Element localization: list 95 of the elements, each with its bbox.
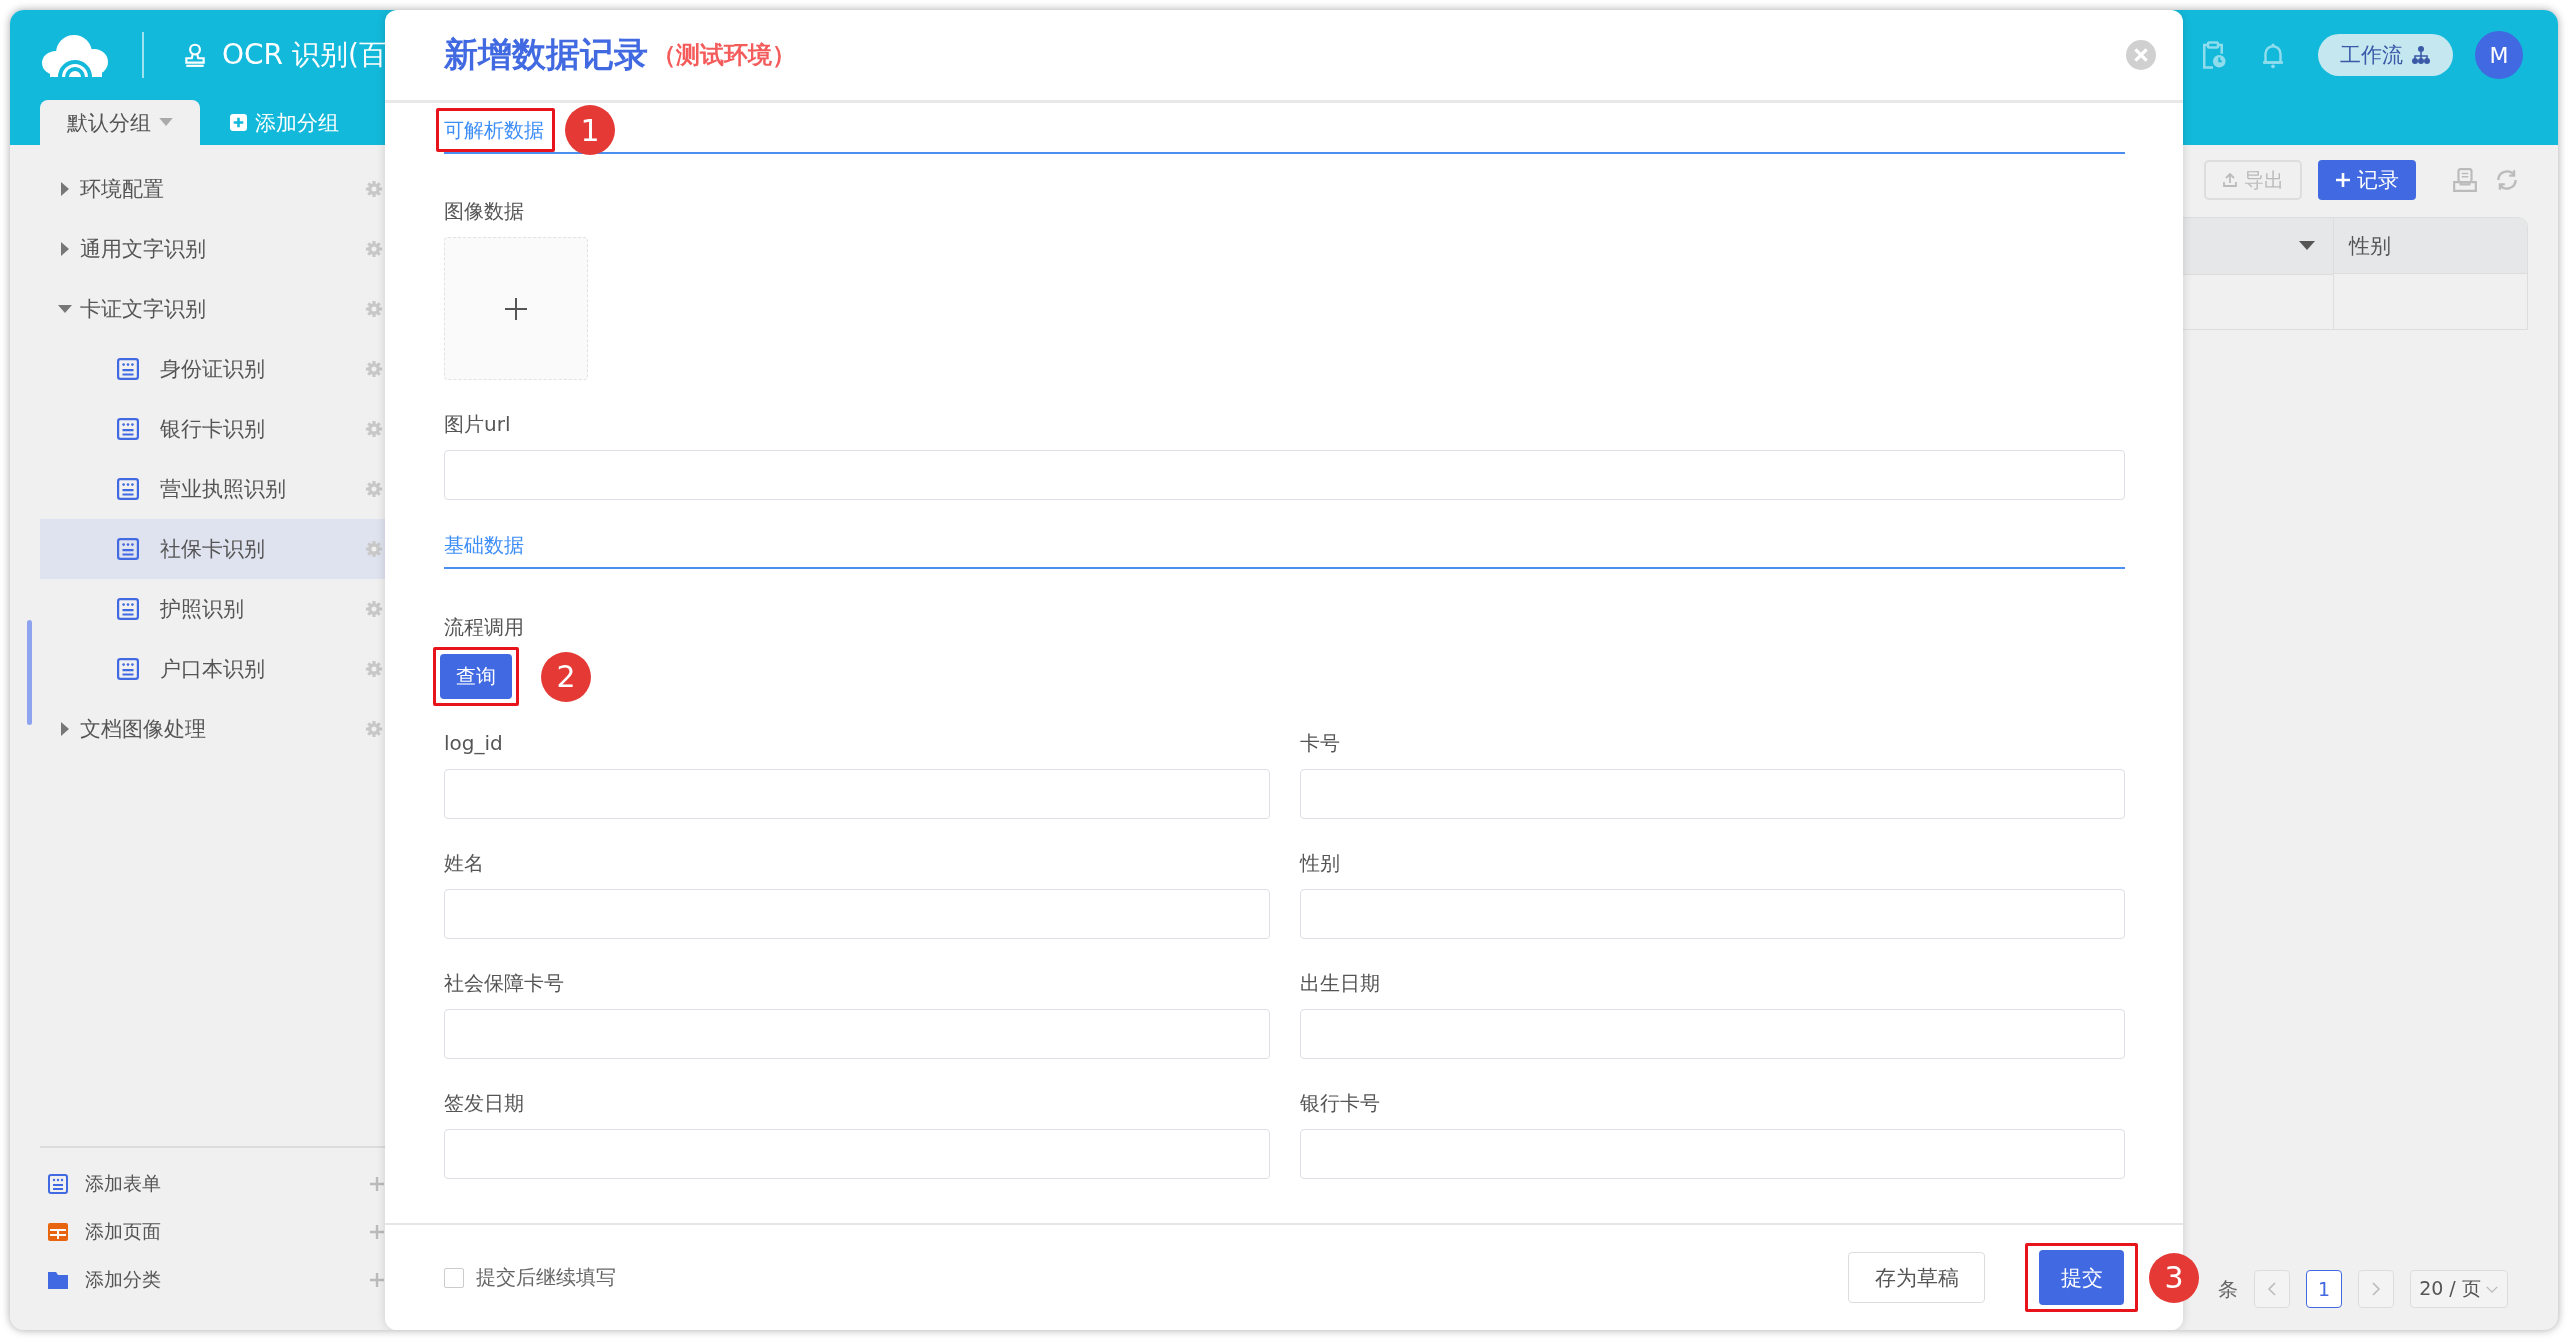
settings-icon[interactable] bbox=[365, 420, 383, 438]
column-header: 性别 bbox=[2334, 218, 2527, 274]
tree-item[interactable]: 户口本识别 bbox=[40, 639, 385, 699]
refresh-icon[interactable] bbox=[2494, 167, 2520, 193]
plus-icon bbox=[2335, 172, 2351, 188]
caret-icon bbox=[159, 118, 173, 127]
user-avatar[interactable]: M bbox=[2475, 31, 2523, 79]
field-label: 卡号 bbox=[1299, 731, 1341, 755]
field-label: 社会保障卡号 bbox=[444, 971, 565, 995]
page-size-select[interactable]: 20 / 页 bbox=[2410, 1270, 2508, 1308]
save-draft-button[interactable]: 存为草稿 bbox=[1848, 1252, 1985, 1303]
image-upload[interactable] bbox=[444, 237, 588, 380]
submit-button[interactable]: 提交 bbox=[2039, 1250, 2124, 1305]
plus-square-icon bbox=[230, 114, 247, 131]
tree-item[interactable]: 卡证文字识别 bbox=[40, 279, 385, 339]
tree-item[interactable]: 社保卡识别 bbox=[40, 519, 385, 579]
settings-icon[interactable] bbox=[365, 660, 383, 678]
input-field[interactable] bbox=[1299, 1009, 2125, 1059]
field-label: 性别 bbox=[1299, 851, 1341, 875]
settings-icon[interactable] bbox=[365, 600, 383, 618]
tree-item[interactable]: 环境配置 bbox=[40, 159, 385, 219]
table-icon bbox=[48, 1222, 68, 1242]
add-record-button[interactable]: 记录 bbox=[2318, 160, 2416, 200]
input-field[interactable] bbox=[1299, 889, 2125, 939]
org-chart-icon bbox=[2411, 45, 2431, 65]
sidebar-action[interactable]: 添加页面 bbox=[40, 1208, 385, 1256]
scrollbar[interactable] bbox=[27, 620, 32, 725]
step-badge: 2 bbox=[541, 651, 591, 702]
form-icon bbox=[117, 598, 139, 620]
input-field[interactable] bbox=[1299, 769, 2125, 819]
field-label: 签发日期 bbox=[444, 1091, 525, 1115]
settings-icon[interactable] bbox=[365, 720, 383, 738]
settings-icon[interactable] bbox=[365, 540, 383, 558]
upload-icon bbox=[2222, 172, 2238, 188]
previous-page-button[interactable] bbox=[2254, 1270, 2290, 1308]
tree-item[interactable]: 营业执照识别 bbox=[40, 459, 385, 519]
environment-tag: （测试环境） bbox=[652, 39, 796, 71]
field-label: 图片url bbox=[444, 412, 512, 436]
input-field[interactable] bbox=[444, 1129, 1270, 1179]
section-title[interactable]: 可解析数据 bbox=[444, 116, 544, 144]
form-icon bbox=[117, 418, 139, 440]
plus-icon[interactable] bbox=[369, 1272, 385, 1288]
form-icon bbox=[117, 658, 139, 680]
group-tab[interactable]: 默认分组 bbox=[40, 100, 200, 145]
chevron-down-icon bbox=[2484, 1284, 2499, 1294]
field-label: 图像数据 bbox=[444, 199, 525, 223]
close-icon[interactable] bbox=[2126, 40, 2156, 70]
field-label: 银行卡号 bbox=[1299, 1091, 1381, 1115]
tree-item[interactable]: 通用文字识别 bbox=[40, 219, 385, 279]
field-label: 流程调用 bbox=[444, 615, 525, 639]
workflow-button[interactable]: 工作流 bbox=[2318, 34, 2453, 76]
input-field[interactable] bbox=[1299, 1129, 2125, 1179]
form-icon bbox=[117, 358, 139, 380]
settings-icon[interactable] bbox=[365, 180, 383, 198]
folder-icon bbox=[48, 1270, 68, 1290]
tree-item[interactable]: 护照识别 bbox=[40, 579, 385, 639]
settings-icon[interactable] bbox=[365, 300, 383, 318]
step-badge: 1 bbox=[565, 105, 615, 155]
plus-icon[interactable] bbox=[369, 1176, 385, 1192]
chevron-right-icon bbox=[2371, 1281, 2381, 1297]
tree-item[interactable]: 身份证识别 bbox=[40, 339, 385, 399]
checkbox-label: 提交后继续填写 bbox=[476, 1264, 616, 1291]
app-title: OCR 识别(百 bbox=[222, 37, 387, 73]
dropdown-caret-icon[interactable] bbox=[2299, 241, 2315, 251]
form-icon bbox=[48, 1174, 68, 1194]
plus-icon bbox=[505, 297, 527, 320]
input-field[interactable] bbox=[444, 889, 1270, 939]
settings-icon[interactable] bbox=[365, 240, 383, 258]
settings-icon[interactable] bbox=[365, 480, 383, 498]
form-icon bbox=[117, 478, 139, 500]
tree-item[interactable]: 文档图像处理 bbox=[40, 699, 385, 759]
cloud-logo bbox=[40, 33, 110, 77]
stamp-icon bbox=[182, 42, 208, 68]
form-icon bbox=[117, 538, 139, 560]
sidebar-action[interactable]: 添加分类 bbox=[40, 1256, 385, 1304]
plus-icon[interactable] bbox=[369, 1224, 385, 1240]
dialog-title: 新增数据记录 bbox=[444, 33, 648, 76]
total-count-text: 条 bbox=[2218, 1275, 2238, 1303]
settings-icon[interactable] bbox=[365, 360, 383, 378]
query-button[interactable]: 查询 bbox=[440, 654, 512, 699]
next-page-button[interactable] bbox=[2358, 1270, 2394, 1308]
inbox-icon[interactable] bbox=[2452, 167, 2478, 193]
field-label: 出生日期 bbox=[1299, 971, 1381, 995]
field-label: log_id bbox=[444, 731, 504, 755]
page-button[interactable]: 1 bbox=[2306, 1270, 2342, 1308]
sidebar-action[interactable]: 添加表单 bbox=[40, 1160, 385, 1208]
checkbox[interactable] bbox=[444, 1267, 464, 1288]
input-field[interactable] bbox=[444, 450, 2125, 500]
input-field[interactable] bbox=[444, 769, 1270, 819]
input-field[interactable] bbox=[444, 1009, 1270, 1059]
tree-item[interactable]: 银行卡识别 bbox=[40, 399, 385, 459]
field-label: 姓名 bbox=[444, 851, 485, 875]
step-badge: 3 bbox=[2149, 1252, 2199, 1303]
section-title[interactable]: 基础数据 bbox=[444, 531, 524, 559]
chevron-left-icon bbox=[2267, 1281, 2277, 1297]
